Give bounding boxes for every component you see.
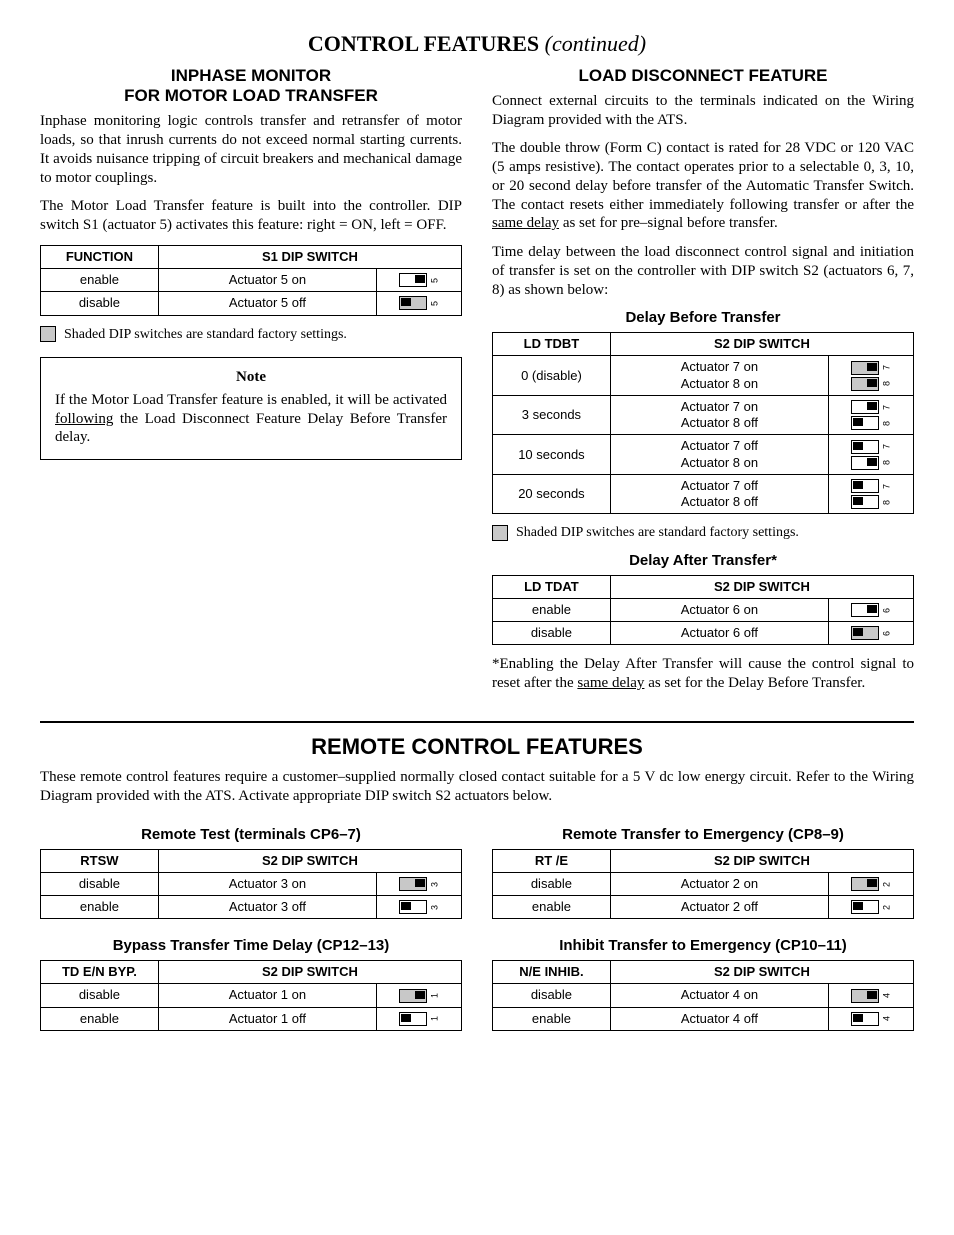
table-row: 20 seconds Actuator 7 offActuator 8 off … <box>493 474 914 514</box>
dip-switch-icon: 7 8 <box>829 474 914 514</box>
remote-right: Remote Transfer to Emergency (CP8–9) RT … <box>492 816 914 1031</box>
page-title: CONTROL FEATURES (continued) <box>40 30 914 58</box>
table-row: disableActuator 3 on3 <box>41 872 462 895</box>
dip-switch-icon: 1 <box>377 1007 462 1030</box>
table-row: N/E INHIB.S2 DIP SWITCH <box>493 961 914 984</box>
table-row: enable Actuator 5 on 5 <box>41 269 462 292</box>
dip-switch-icon: 3 <box>377 896 462 919</box>
inphase-table: FUNCTION S1 DIP SWITCH enable Actuator 5… <box>40 245 462 316</box>
note-title: Note <box>55 368 447 387</box>
table-row: enableActuator 2 off2 <box>493 896 914 919</box>
table-row: 10 seconds Actuator 7 offActuator 8 on 7… <box>493 435 914 475</box>
dip-switch-icon: 5 <box>377 292 462 315</box>
dip-switch-icon: 6 <box>829 598 914 621</box>
dbt-table: LD TDBTS2 DIP SWITCH 0 (disable) Actuato… <box>492 332 914 514</box>
right-column: LOAD DISCONNECT FEATURE Connect external… <box>492 58 914 703</box>
left-column: INPHASE MONITOR FOR MOTOR LOAD TRANSFER … <box>40 58 462 703</box>
rte-table: RT /ES2 DIP SWITCH disableActuator 2 on2… <box>492 849 914 920</box>
table-row: LD TDATS2 DIP SWITCH <box>493 575 914 598</box>
inphase-p2: The Motor Load Transfer feature is built… <box>40 197 462 235</box>
dip-switch-icon: 4 <box>829 1007 914 1030</box>
dat-heading: Delay After Transfer* <box>492 552 914 571</box>
note-body: If the Motor Load Transfer feature is en… <box>55 391 447 447</box>
remote-intro: These remote control features require a … <box>40 768 914 806</box>
table-row: disableActuator 2 on2 <box>493 872 914 895</box>
divider <box>40 721 914 723</box>
dip-switch-icon: 5 <box>377 269 462 292</box>
remote-title: REMOTE CONTROL FEATURES <box>40 733 914 761</box>
table-row: LD TDBTS2 DIP SWITCH <box>493 333 914 356</box>
table-row: enableActuator 1 off1 <box>41 1007 462 1030</box>
shaded-swatch-icon <box>40 326 56 342</box>
remote-left: Remote Test (terminals CP6–7) RTSWS2 DIP… <box>40 816 462 1031</box>
table-row: enableActuator 3 off3 <box>41 896 462 919</box>
dip-switch-icon: 2 <box>829 872 914 895</box>
ld-p2: The double throw (Form C) contact is rat… <box>492 139 914 233</box>
dip-switch-icon: 1 <box>377 984 462 1007</box>
dip-switch-icon: 6 <box>829 622 914 645</box>
table-row: 3 seconds Actuator 7 onActuator 8 off 7 … <box>493 395 914 435</box>
dip-switch-icon: 4 <box>829 984 914 1007</box>
table-row: TD E/N BYP.S2 DIP SWITCH <box>41 961 462 984</box>
inh-heading: Inhibit Transfer to Emergency (CP10–11) <box>492 937 914 956</box>
legend: Shaded DIP switches are standard factory… <box>492 524 914 542</box>
inphase-p1: Inphase monitoring logic controls transf… <box>40 112 462 187</box>
inh-table: N/E INHIB.S2 DIP SWITCH disableActuator … <box>492 960 914 1031</box>
dat-footnote: *Enabling the Delay After Transfer will … <box>492 655 914 693</box>
note-box: Note If the Motor Load Transfer feature … <box>40 357 462 460</box>
table-row: 0 (disable) Actuator 7 onActuator 8 on 7… <box>493 356 914 396</box>
table-row: RT /ES2 DIP SWITCH <box>493 849 914 872</box>
dip-switch-icon: 7 8 <box>829 356 914 396</box>
ld-p1: Connect external circuits to the termina… <box>492 92 914 130</box>
legend: Shaded DIP switches are standard factory… <box>40 326 462 344</box>
table-row: FUNCTION S1 DIP SWITCH <box>41 245 462 268</box>
load-disconnect-heading: LOAD DISCONNECT FEATURE <box>492 66 914 86</box>
title-bold: CONTROL FEATURES <box>308 31 539 56</box>
dip-switch-icon: 2 <box>829 896 914 919</box>
table-row: enable Actuator 6 on 6 <box>493 598 914 621</box>
dip-switch-icon: 3 <box>377 872 462 895</box>
table-row: RTSWS2 DIP SWITCH <box>41 849 462 872</box>
table-row: enableActuator 4 off4 <box>493 1007 914 1030</box>
table-row: disableActuator 4 on4 <box>493 984 914 1007</box>
dip-switch-icon: 7 8 <box>829 435 914 475</box>
th-s1: S1 DIP SWITCH <box>158 245 461 268</box>
table-row: disable Actuator 5 off 5 <box>41 292 462 315</box>
title-ital: (continued) <box>545 31 646 56</box>
table-row: disableActuator 1 on1 <box>41 984 462 1007</box>
ld-p3: Time delay between the load disconnect c… <box>492 243 914 299</box>
dip-switch-icon: 7 8 <box>829 395 914 435</box>
byp-table: TD E/N BYP.S2 DIP SWITCH disableActuator… <box>40 960 462 1031</box>
shaded-swatch-icon <box>492 525 508 541</box>
dat-table: LD TDATS2 DIP SWITCH enable Actuator 6 o… <box>492 575 914 646</box>
inphase-heading: INPHASE MONITOR FOR MOTOR LOAD TRANSFER <box>40 66 462 107</box>
table-row: disable Actuator 6 off 6 <box>493 622 914 645</box>
dbt-heading: Delay Before Transfer <box>492 309 914 328</box>
th-function: FUNCTION <box>41 245 159 268</box>
rte-heading: Remote Transfer to Emergency (CP8–9) <box>492 826 914 845</box>
byp-heading: Bypass Transfer Time Delay (CP12–13) <box>40 937 462 956</box>
rt-heading: Remote Test (terminals CP6–7) <box>40 826 462 845</box>
rt-table: RTSWS2 DIP SWITCH disableActuator 3 on3 … <box>40 849 462 920</box>
